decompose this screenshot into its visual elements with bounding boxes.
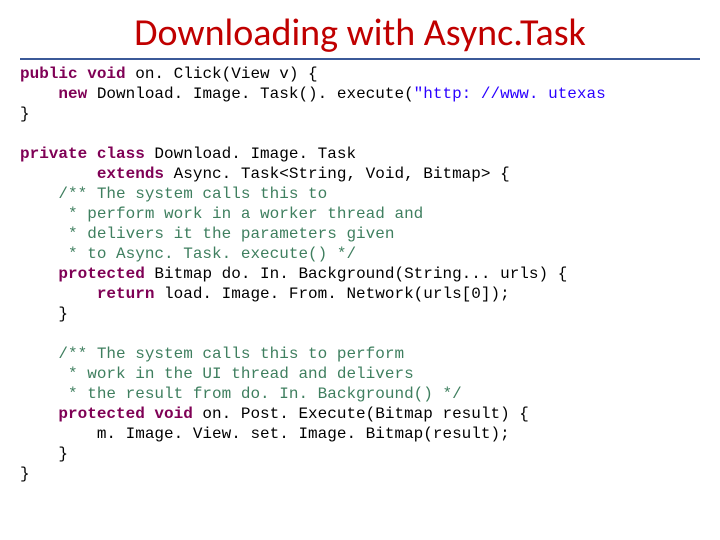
cm-l07: /** The system calls this to (20, 185, 327, 203)
code-l20: } (20, 445, 68, 463)
kw-extends: extends (20, 165, 164, 183)
code-l03: } (20, 105, 30, 123)
code-l18b: on. Post. Execute(Bitmap result) { (193, 405, 529, 423)
kw-public-void: public void (20, 65, 126, 83)
cm-l09: * delivers it the parameters given (20, 225, 394, 243)
code-block: public void on. Click(View v) { new Down… (20, 64, 700, 484)
code-l02b: Download. Image. Task(). execute( (87, 85, 413, 103)
code-l12b: load. Image. From. Network(urls[0]); (154, 285, 509, 303)
code-l06b: Async. Task<String, Void, Bitmap> { (164, 165, 510, 183)
kw-new: new (20, 85, 87, 103)
kw-protected1: protected (20, 265, 145, 283)
cm-l10: * to Async. Task. execute() */ (20, 245, 356, 263)
code-l21: } (20, 465, 30, 483)
code-l19: m. Image. View. set. Image. Bitmap(resul… (20, 425, 510, 443)
kw-protected-void: protected void (20, 405, 193, 423)
cm-l17: * the result from do. In. Background() *… (20, 385, 462, 403)
slide: Downloading with Async.Task public void … (0, 0, 720, 540)
kw-private-class: private class (20, 145, 145, 163)
code-l01b: on. Click(View v) { (126, 65, 318, 83)
cm-l16: * work in the UI thread and delivers (20, 365, 414, 383)
code-l05b: Download. Image. Task (145, 145, 356, 163)
slide-title: Downloading with Async.Task (20, 10, 700, 60)
str-url: "http: //www. utexas (414, 85, 606, 103)
code-l11b: Bitmap do. In. Background(String... urls… (145, 265, 567, 283)
cm-l08: * perform work in a worker thread and (20, 205, 423, 223)
cm-l15: /** The system calls this to perform (20, 345, 404, 363)
code-l13: } (20, 305, 68, 323)
kw-return: return (20, 285, 154, 303)
